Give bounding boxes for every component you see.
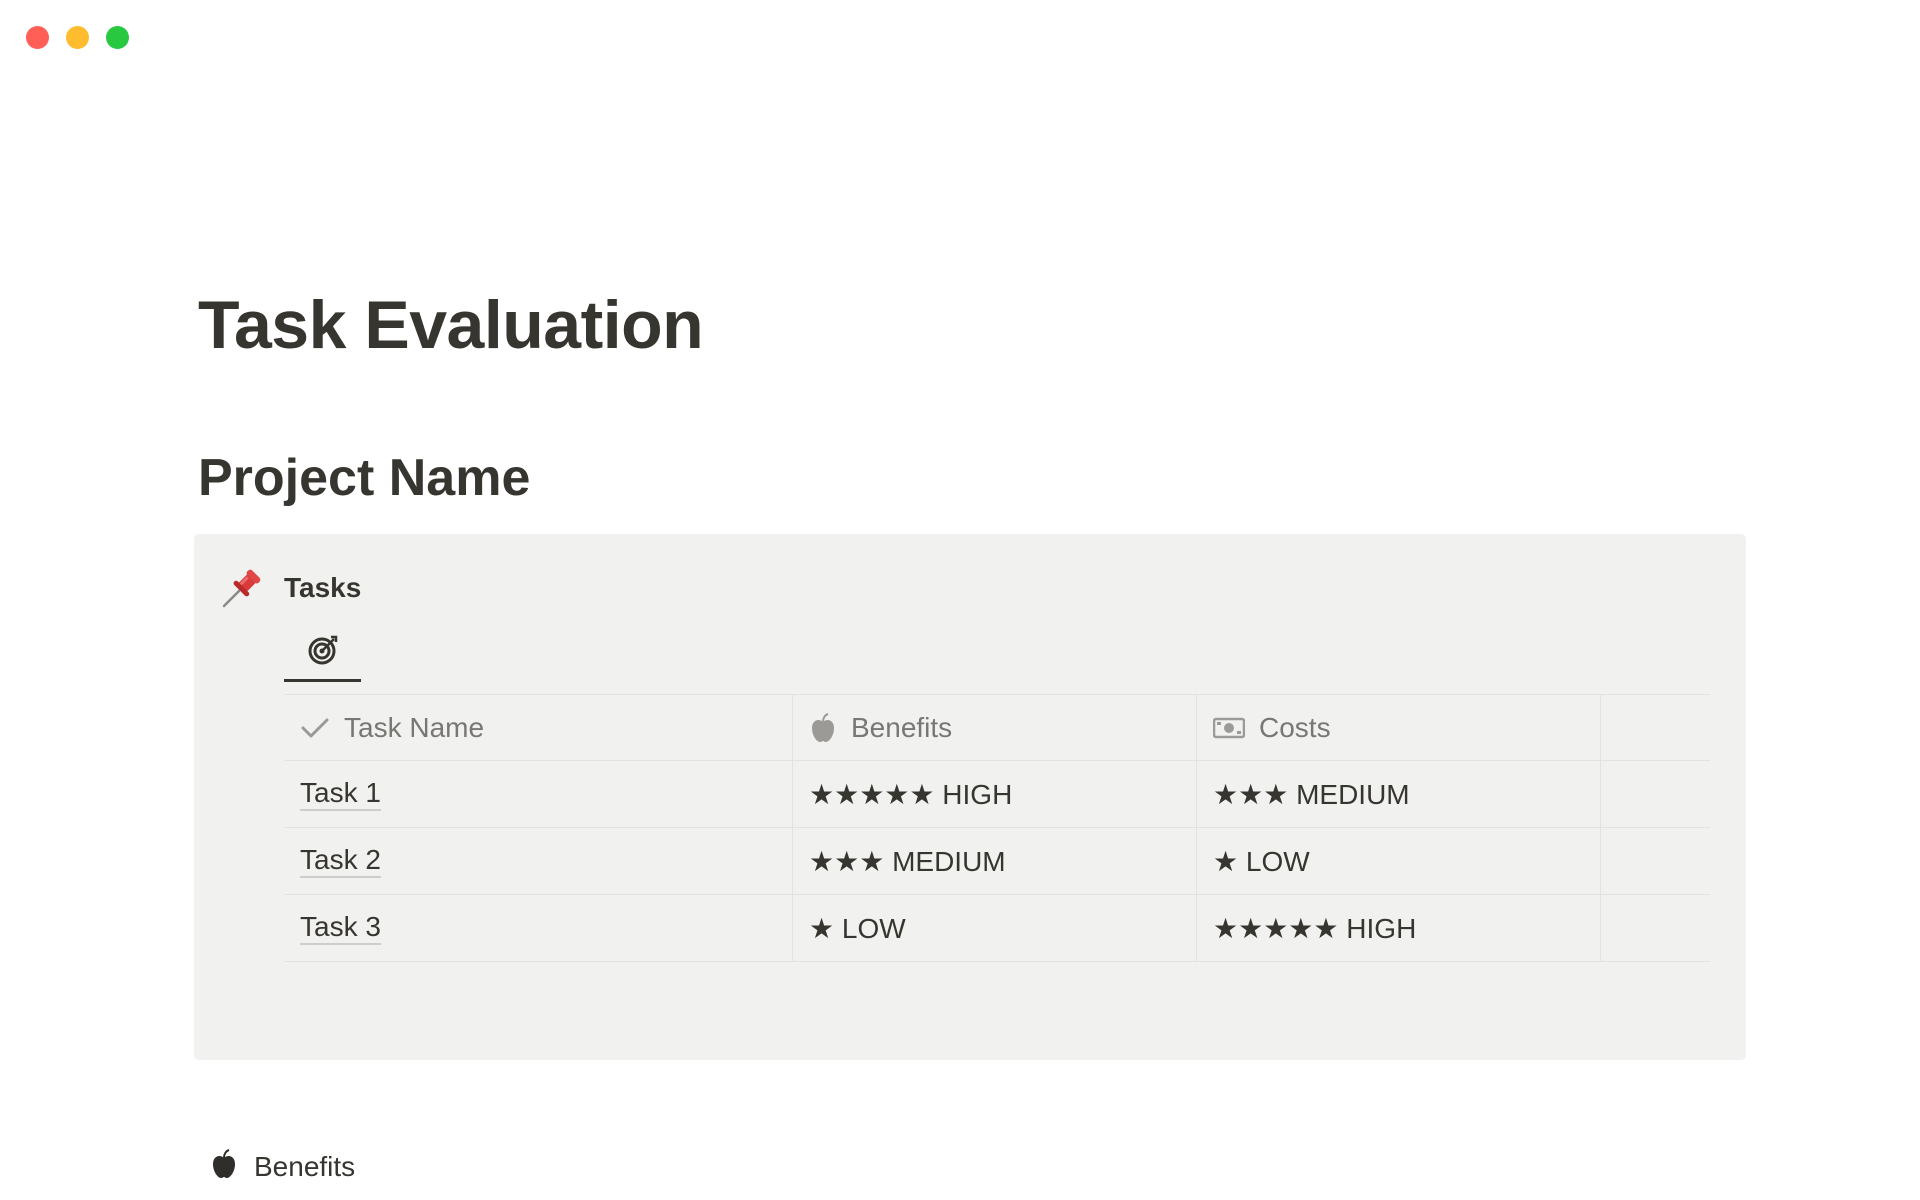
checkmark-icon: [300, 716, 330, 740]
benefits-cell[interactable]: ★★★ MEDIUM: [793, 828, 1197, 894]
benefits-section-header[interactable]: Benefits: [210, 1148, 355, 1185]
tasks-table: Task Name Benefits Costs Task 1 ★★★★★ HI…: [284, 694, 1710, 962]
column-header-benefits[interactable]: Benefits: [793, 695, 1197, 760]
task-link[interactable]: Task 3: [300, 911, 381, 946]
column-header-label: Task Name: [344, 711, 485, 743]
task-link[interactable]: Task 1: [300, 777, 381, 812]
column-header-costs[interactable]: Costs: [1197, 695, 1601, 760]
column-header-task-name[interactable]: Task Name: [284, 695, 793, 760]
empty-cell: [1601, 761, 1710, 827]
target-icon: [307, 634, 339, 671]
pushpin-icon: [220, 566, 264, 610]
minimize-button[interactable]: [66, 26, 89, 49]
costs-cell[interactable]: ★ LOW: [1197, 828, 1601, 894]
apple-icon: [809, 712, 837, 743]
view-tab-target[interactable]: [284, 626, 361, 682]
column-header-label: Benefits: [851, 711, 953, 743]
table-row[interactable]: Task 3 ★ LOW ★★★★★ HIGH: [284, 895, 1710, 962]
task-name-cell[interactable]: Task 2: [284, 828, 793, 894]
table-header-row: Task Name Benefits Costs: [284, 694, 1710, 761]
empty-cell: [1601, 828, 1710, 894]
apple-icon: [210, 1148, 238, 1185]
task-link[interactable]: Task 2: [300, 844, 381, 879]
empty-cell: [1601, 895, 1710, 961]
costs-cell[interactable]: ★★★★★ HIGH: [1197, 895, 1601, 961]
benefits-section-label: Benefits: [254, 1150, 356, 1182]
benefits-cell[interactable]: ★ LOW: [793, 895, 1197, 961]
callout-header: Tasks: [220, 566, 361, 610]
add-column-area[interactable]: [1601, 695, 1710, 760]
callout-label: Tasks: [284, 572, 362, 603]
section-heading[interactable]: Project Name: [198, 448, 530, 508]
task-name-cell[interactable]: Task 3: [284, 895, 793, 961]
table-row[interactable]: Task 2 ★★★ MEDIUM ★ LOW: [284, 828, 1710, 895]
page-title[interactable]: Task Evaluation: [198, 286, 704, 364]
column-header-label: Costs: [1259, 711, 1331, 743]
task-name-cell[interactable]: Task 1: [284, 761, 793, 827]
close-button[interactable]: [26, 26, 49, 49]
banknote-icon: [1213, 716, 1245, 740]
tasks-callout: Tasks Task Name Benefits Costs Task 1 ★★…: [194, 534, 1746, 1060]
benefits-cell[interactable]: ★★★★★ HIGH: [793, 761, 1197, 827]
window-controls: [26, 26, 129, 49]
costs-cell[interactable]: ★★★ MEDIUM: [1197, 761, 1601, 827]
table-row[interactable]: Task 1 ★★★★★ HIGH ★★★ MEDIUM: [284, 761, 1710, 828]
zoom-button[interactable]: [106, 26, 129, 49]
